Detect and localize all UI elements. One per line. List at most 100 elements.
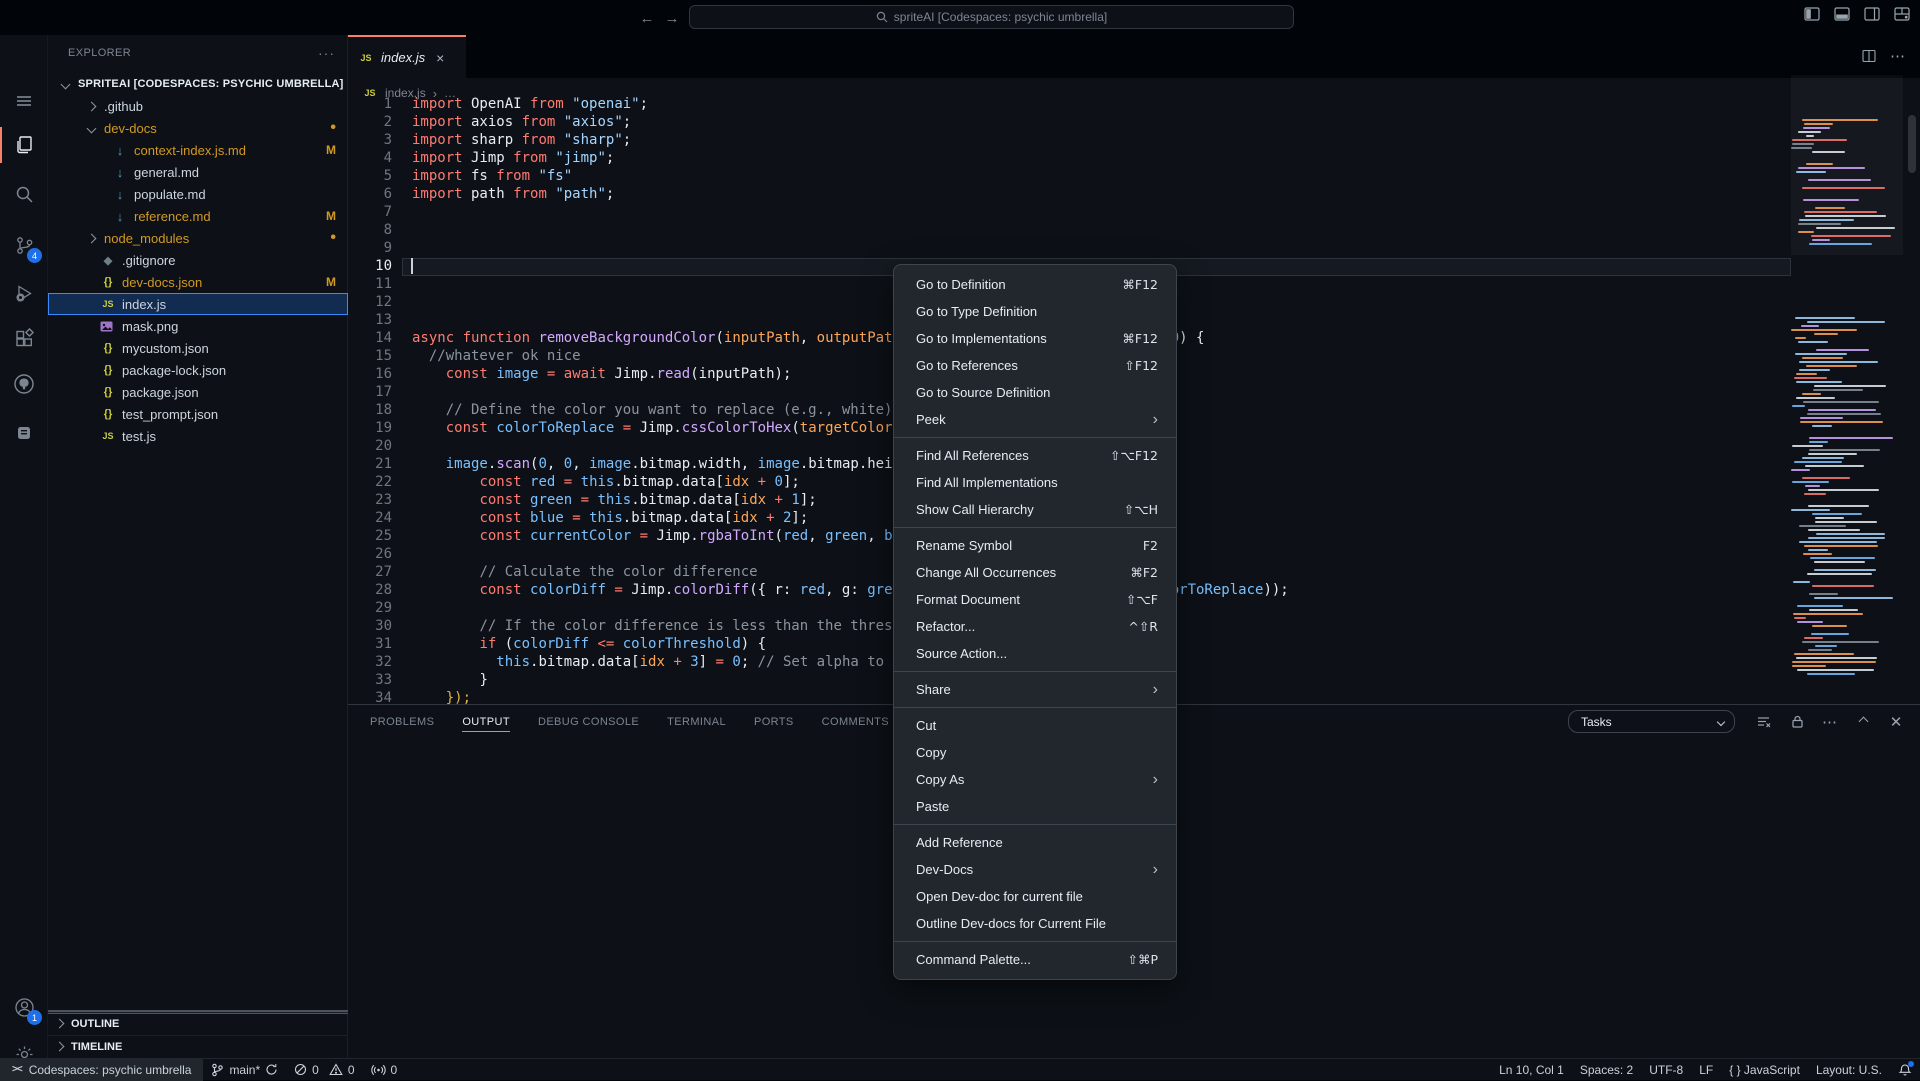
close-tab-icon[interactable]: × — [436, 50, 444, 66]
tree-item-package-lock-json[interactable]: {} package-lock.json — [48, 359, 348, 381]
editor-scrollbar[interactable] — [1908, 115, 1916, 173]
toggle-secondary-sidebar-icon[interactable] — [1864, 7, 1880, 21]
menu-item-go-to-references[interactable]: Go to References ⇧F12 — [894, 352, 1176, 379]
status-cursor-position[interactable]: Ln 10, Col 1 — [1491, 1059, 1572, 1081]
code-line-7[interactable]: 7 — [348, 204, 1920, 222]
split-editor-icon[interactable] — [1862, 49, 1876, 63]
tree-item-index-js[interactable]: JS index.js — [48, 293, 348, 315]
activity-extensions[interactable] — [0, 316, 48, 360]
status-encoding[interactable]: UTF-8 — [1641, 1059, 1691, 1081]
code-line-6[interactable]: 6 import path from "path"; — [348, 186, 1920, 204]
tree-root[interactable]: SPRITEAI [CODESPACES: PSYCHIC UMBRELLA] — [48, 73, 348, 95]
branch-indicator[interactable]: main* — [203, 1059, 286, 1081]
maximize-panel-icon[interactable] — [1853, 712, 1873, 732]
menu-item-command-palette[interactable]: Command Palette... ⇧⌘P — [894, 946, 1176, 973]
menu-item-show-call-hierarchy[interactable]: Show Call Hierarchy ⇧⌥H — [894, 496, 1176, 523]
more-actions-icon[interactable]: ⋯ — [1890, 47, 1906, 65]
panel-tab-comments[interactable]: COMMENTS — [822, 710, 889, 734]
notifications-bell[interactable] — [1890, 1059, 1920, 1081]
menu-item-find-all-implementations[interactable]: Find All Implementations — [894, 469, 1176, 496]
code-line-2[interactable]: 2 import axios from "axios"; — [348, 114, 1920, 132]
menu-item-go-to-definition[interactable]: Go to Definition ⌘F12 — [894, 271, 1176, 298]
menu-item-cut[interactable]: Cut — [894, 712, 1176, 739]
ports-indicator[interactable]: 0 — [363, 1059, 406, 1081]
menu-item-add-reference[interactable]: Add Reference — [894, 829, 1176, 856]
panel-tab-ports[interactable]: PORTS — [754, 710, 794, 734]
activity-search[interactable] — [0, 172, 48, 216]
activity-menu[interactable] — [0, 79, 48, 123]
tree-item-node-modules[interactable]: node_modules • — [48, 227, 348, 249]
tree-item-test-prompt-json[interactable]: {} test_prompt.json — [48, 403, 348, 425]
code-line-8[interactable]: 8 — [348, 222, 1920, 240]
menu-item-dev-docs[interactable]: Dev-Docs › — [894, 856, 1176, 883]
timeline-section[interactable]: TIMELINE — [48, 1035, 348, 1057]
activity-account[interactable]: 1 — [0, 985, 48, 1029]
code-line-9[interactable]: 9 — [348, 240, 1920, 258]
menu-item-refactor[interactable]: Refactor... ^⇧R — [894, 613, 1176, 640]
line-text: import axios from "axios"; — [412, 114, 632, 130]
tree-item-test-js[interactable]: JS test.js — [48, 425, 348, 447]
menu-item-go-to-type-definition[interactable]: Go to Type Definition — [894, 298, 1176, 325]
panel-tab-problems[interactable]: PROBLEMS — [370, 710, 434, 734]
menu-item-source-action[interactable]: Source Action... — [894, 640, 1176, 667]
customize-layout-icon[interactable] — [1894, 7, 1910, 21]
activity-source-control[interactable]: 4 — [0, 223, 48, 267]
tree-item--github[interactable]: .github — [48, 95, 348, 117]
menu-item-go-to-source-definition[interactable]: Go to Source Definition — [894, 379, 1176, 406]
tree-item-dev-docs-json[interactable]: {} dev-docs.json M — [48, 271, 348, 293]
tree-item-package-json[interactable]: {} package.json — [48, 381, 348, 403]
minimap[interactable] — [1791, 75, 1903, 675]
status-indentation[interactable]: Spaces: 2 — [1572, 1059, 1641, 1081]
activity-github[interactable] — [0, 362, 48, 406]
status-keyboard-layout[interactable]: Layout: U.S. — [1808, 1059, 1890, 1081]
lock-icon[interactable] — [1787, 712, 1807, 732]
panel-tab-terminal[interactable]: TERMINAL — [667, 710, 726, 734]
outline-section[interactable]: OUTLINE — [48, 1012, 348, 1034]
toggle-panel-icon[interactable] — [1834, 7, 1850, 21]
menu-item-change-all-occurrences[interactable]: Change All Occurrences ⌘F2 — [894, 559, 1176, 586]
tree-item-general-md[interactable]: ↓ general.md — [48, 161, 348, 183]
tree-item-mask-png[interactable]: mask.png — [48, 315, 348, 337]
close-panel-icon[interactable]: ✕ — [1886, 712, 1906, 732]
status-language-mode[interactable]: { } JavaScript — [1721, 1059, 1808, 1081]
clear-output-icon[interactable] — [1754, 712, 1774, 732]
output-channel-dropdown[interactable]: Tasks — [1568, 710, 1735, 733]
tree-item-reference-md[interactable]: ↓ reference.md M — [48, 205, 348, 227]
menu-item-open-dev-doc-for-current-file[interactable]: Open Dev-doc for current file — [894, 883, 1176, 910]
menu-item-format-document[interactable]: Format Document ⇧⌥F — [894, 586, 1176, 613]
activity-explorer[interactable] — [0, 123, 48, 167]
remote-indicator[interactable]: >< Codespaces: psychic umbrella — [0, 1058, 204, 1081]
status-eol[interactable]: LF — [1691, 1059, 1721, 1081]
menu-item-go-to-implementations[interactable]: Go to Implementations ⌘F12 — [894, 325, 1176, 352]
tree-item-context-index-js-md[interactable]: ↓ context-index.js.md M — [48, 139, 348, 161]
explorer-more-icon[interactable]: ··· — [318, 45, 335, 61]
code-line-1[interactable]: 1 import OpenAI from "openai"; — [348, 96, 1920, 114]
tab-index-js[interactable]: JS index.js × — [348, 35, 466, 78]
toggle-sidebar-icon[interactable] — [1804, 7, 1820, 21]
back-icon[interactable]: ← — [637, 8, 657, 28]
menu-item-rename-symbol[interactable]: Rename Symbol F2 — [894, 532, 1176, 559]
code-line-3[interactable]: 3 import sharp from "sharp"; — [348, 132, 1920, 150]
tree-item--gitignore[interactable]: ◆ .gitignore — [48, 249, 348, 271]
activity-run-debug[interactable] — [0, 271, 48, 315]
forward-icon[interactable]: → — [662, 8, 682, 28]
more-icon[interactable]: ⋯ — [1820, 712, 1840, 732]
minimap-line — [1814, 597, 1893, 599]
panel-tab-debug-console[interactable]: DEBUG CONSOLE — [538, 710, 639, 734]
menu-item-share[interactable]: Share › — [894, 676, 1176, 703]
activity-dev-docs[interactable] — [0, 411, 48, 455]
tree-item-mycustom-json[interactable]: {} mycustom.json — [48, 337, 348, 359]
panel-tab-output[interactable]: OUTPUT — [462, 710, 510, 734]
menu-item-peek[interactable]: Peek › — [894, 406, 1176, 433]
menu-item-outline-dev-docs-for-current-file[interactable]: Outline Dev-docs for Current File — [894, 910, 1176, 937]
menu-item-copy[interactable]: Copy — [894, 739, 1176, 766]
tree-item-populate-md[interactable]: ↓ populate.md — [48, 183, 348, 205]
code-line-4[interactable]: 4 import Jimp from "jimp"; — [348, 150, 1920, 168]
problems-indicator[interactable]: 0 0 — [286, 1059, 362, 1081]
tree-item-dev-docs[interactable]: dev-docs • — [48, 117, 348, 139]
code-line-5[interactable]: 5 import fs from "fs" — [348, 168, 1920, 186]
menu-item-copy-as[interactable]: Copy As › — [894, 766, 1176, 793]
command-center[interactable]: spriteAI [Codespaces: psychic umbrella] — [689, 5, 1294, 29]
menu-item-find-all-references[interactable]: Find All References ⇧⌥F12 — [894, 442, 1176, 469]
menu-item-paste[interactable]: Paste — [894, 793, 1176, 820]
